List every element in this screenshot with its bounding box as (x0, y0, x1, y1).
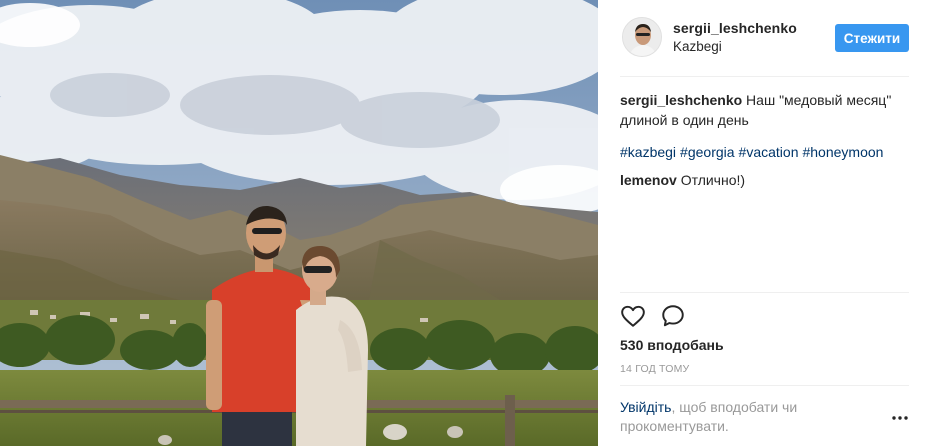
comment-bubble-icon[interactable] (660, 303, 686, 329)
hashtag-link[interactable]: #georgia (680, 144, 735, 160)
footer-divider (620, 385, 909, 386)
caption: sergii_leshchenko Наш "медовый месяц" дл… (620, 90, 909, 130)
caption-author[interactable]: sergii_leshchenko (620, 92, 742, 108)
actions-divider (620, 292, 909, 293)
comment-text: Отлично!) (676, 172, 746, 188)
hashtag-link[interactable]: #kazbegi (620, 144, 676, 160)
likes-count[interactable]: 530 вподобань (620, 337, 724, 353)
post-header: sergii_leshchenko Kazbegi Стежити (620, 14, 910, 62)
post-timestamp[interactable]: 14 ГОД ТОМУ (620, 363, 689, 375)
header-divider (620, 76, 909, 77)
login-link[interactable]: Увійдіть (620, 399, 671, 415)
user-block: sergii_leshchenko Kazbegi (673, 20, 797, 54)
heart-icon[interactable] (620, 303, 646, 329)
comment-item: lemenov Отлично!) (620, 170, 909, 190)
hashtag-list: #kazbegi #georgia #vacation #honeymoon (620, 142, 909, 162)
header-location[interactable]: Kazbegi (673, 39, 797, 54)
more-options-icon[interactable] (890, 410, 910, 420)
comment-author[interactable]: lemenov (620, 172, 677, 188)
photo-landscape (0, 0, 598, 446)
login-prompt: Увійдіть, щоб вподобати чи прокоментуват… (620, 398, 850, 436)
avatar-image (623, 18, 661, 56)
header-username[interactable]: sergii_leshchenko (673, 20, 797, 36)
post-photo[interactable] (0, 0, 598, 446)
avatar[interactable] (622, 17, 662, 57)
post-sidebar: sergii_leshchenko Kazbegi Стежити sergii… (598, 0, 930, 446)
comments-list: sergii_leshchenko Наш "медовый месяц" дл… (620, 90, 909, 202)
follow-button[interactable]: Стежити (835, 24, 909, 52)
hashtag-link[interactable]: #vacation (739, 144, 799, 160)
hashtag-link[interactable]: #honeymoon (802, 144, 883, 160)
